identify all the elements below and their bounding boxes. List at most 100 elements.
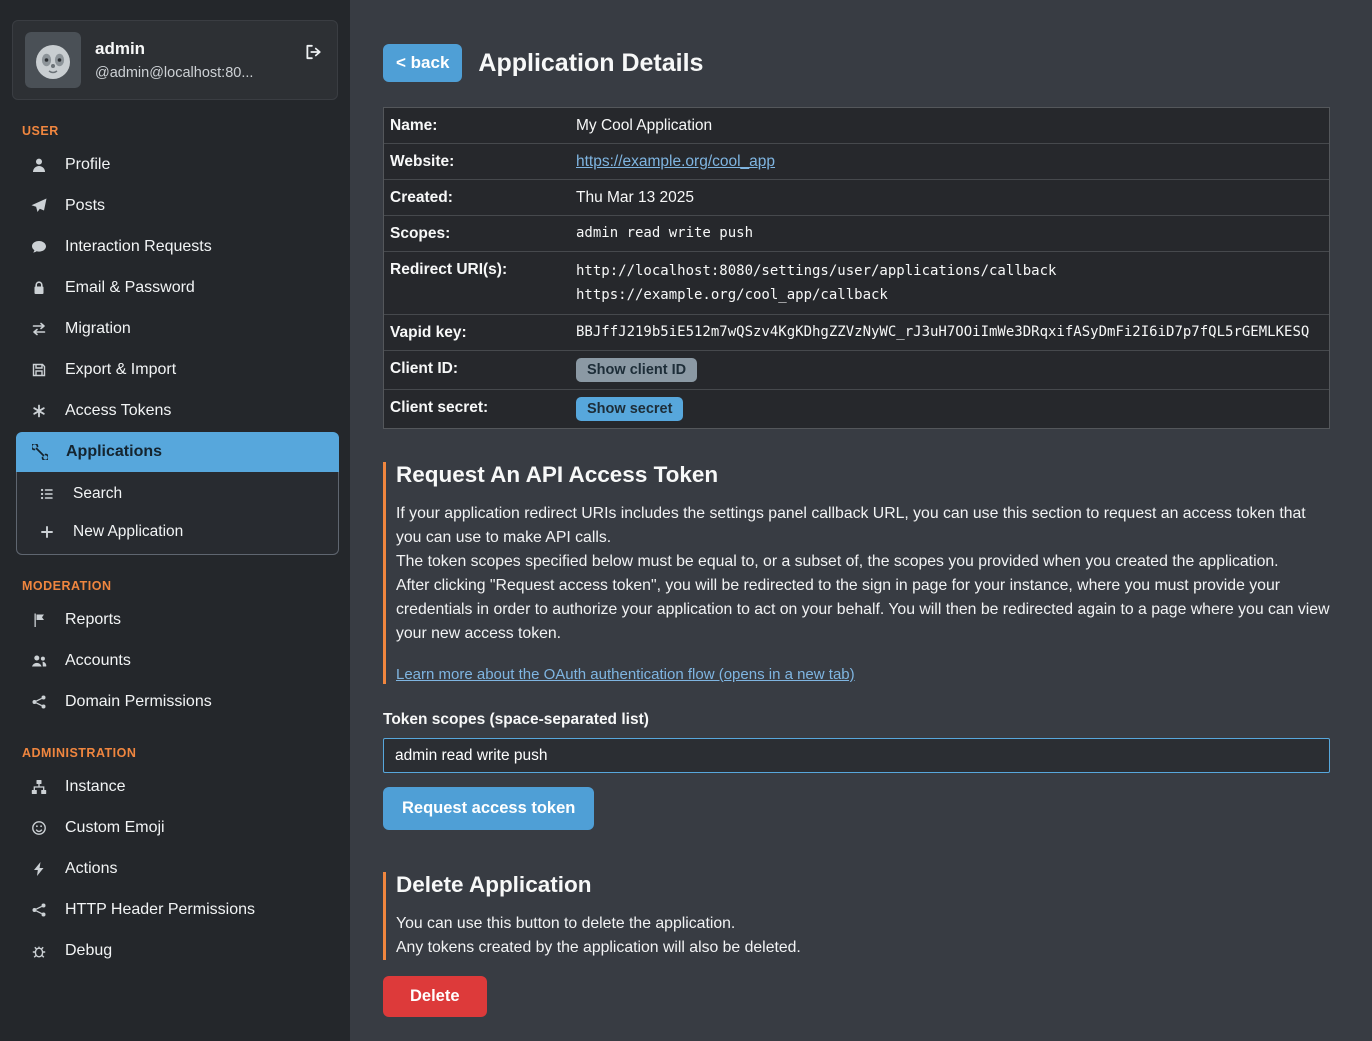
redirect-uri: http://localhost:8080/settings/user/appl… xyxy=(576,259,1056,283)
sidebar-item-applications[interactable]: Applications xyxy=(16,432,339,472)
detail-label: Created: xyxy=(390,187,576,208)
sidebar-item-applications-search[interactable]: Search xyxy=(17,475,338,513)
detail-label: Scopes: xyxy=(390,223,576,244)
sidebar-nav-administration: Instance Custom Emoji Actions HTTP Heade… xyxy=(0,767,350,971)
user-handle: @admin@localhost:80... xyxy=(95,65,253,81)
sidebar-item-debug[interactable]: Debug xyxy=(0,931,350,971)
sidebar-item-access-tokens[interactable]: Access Tokens xyxy=(0,391,350,431)
sidebar-item-label: Debug xyxy=(65,942,112,960)
sidebar-item-label: Reports xyxy=(65,611,121,629)
user-icon xyxy=(30,157,48,173)
sidebar-item-label: New Application xyxy=(73,523,183,541)
request-token-paragraph: The token scopes specified below must be… xyxy=(396,550,1330,574)
sidebar-item-reports[interactable]: Reports xyxy=(0,600,350,640)
request-token-title: Request An API Access Token xyxy=(396,462,1330,488)
paper-plane-icon xyxy=(30,198,48,214)
sidebar-item-label: Access Tokens xyxy=(65,402,171,420)
sidebar: admin @admin@localhost:80... USER Profil… xyxy=(0,0,350,1041)
sidebar-item-accounts[interactable]: Accounts xyxy=(0,641,350,681)
user-name: admin xyxy=(95,39,253,59)
users-icon xyxy=(30,653,48,669)
section-label-moderation: MODERATION xyxy=(22,579,350,593)
delete-application-paragraph: Any tokens created by the application wi… xyxy=(396,936,1330,960)
section-label-administration: ADMINISTRATION xyxy=(22,746,350,760)
bug-icon xyxy=(30,943,48,959)
sidebar-item-http-header-permissions[interactable]: HTTP Header Permissions xyxy=(0,890,350,930)
sidebar-item-export-import[interactable]: Export & Import xyxy=(0,350,350,390)
sidebar-item-applications-new[interactable]: New Application xyxy=(17,513,338,551)
sidebar-item-email-password[interactable]: Email & Password xyxy=(0,268,350,308)
sidebar-item-interaction-requests[interactable]: Interaction Requests xyxy=(0,227,350,267)
sidebar-item-label: Migration xyxy=(65,320,131,338)
delete-button[interactable]: Delete xyxy=(383,976,487,1017)
sidebar-item-domain-permissions[interactable]: Domain Permissions xyxy=(0,682,350,722)
website-link[interactable]: https://example.org/cool_app xyxy=(576,153,775,170)
detail-value: Thu Mar 13 2025 xyxy=(576,187,694,208)
sidebar-item-label: Custom Emoji xyxy=(65,819,165,837)
show-secret-button[interactable]: Show secret xyxy=(576,397,683,421)
back-button[interactable]: < back xyxy=(383,44,462,82)
sidebar-nav-user: Profile Posts Interaction Requests Email… xyxy=(0,145,350,555)
sidebar-item-label: Actions xyxy=(65,860,117,878)
app-root: admin @admin@localhost:80... USER Profil… xyxy=(0,0,1372,1041)
share-nodes-icon xyxy=(30,694,48,710)
detail-row-created: Created: Thu Mar 13 2025 xyxy=(384,180,1329,216)
detail-value: admin read write push xyxy=(576,223,753,244)
sidebar-item-label: Profile xyxy=(65,156,110,174)
page-title: Application Details xyxy=(478,49,703,78)
main-content: < back Application Details Name: My Cool… xyxy=(350,0,1372,1041)
detail-row-scopes: Scopes: admin read write push xyxy=(384,216,1329,252)
sidebar-item-label: Export & Import xyxy=(65,361,176,379)
request-token-paragraph: After clicking "Request access token", y… xyxy=(396,574,1330,646)
applications-block: Applications Search New Application xyxy=(16,432,339,555)
detail-row-redirect-uris: Redirect URI(s): http://localhost:8080/s… xyxy=(384,252,1329,315)
tools-icon xyxy=(31,444,49,460)
detail-label: Redirect URI(s): xyxy=(390,259,576,280)
section-label-user: USER xyxy=(22,124,350,138)
token-scopes-input[interactable] xyxy=(383,738,1330,773)
request-token-paragraph: If your application redirect URIs includ… xyxy=(396,502,1330,550)
lock-icon xyxy=(30,280,48,296)
show-client-id-button[interactable]: Show client ID xyxy=(576,358,697,382)
floppy-disk-icon xyxy=(30,362,48,378)
smiley-icon xyxy=(30,820,48,836)
sidebar-nav-moderation: Reports Accounts Domain Permissions xyxy=(0,600,350,722)
arrows-left-right-icon xyxy=(30,321,48,337)
sidebar-item-actions[interactable]: Actions xyxy=(0,849,350,889)
flag-icon xyxy=(30,612,48,628)
sitemap-icon xyxy=(30,779,48,795)
oauth-docs-link[interactable]: Learn more about the OAuth authenticatio… xyxy=(396,666,855,683)
sidebar-item-custom-emoji[interactable]: Custom Emoji xyxy=(0,808,350,848)
request-token-section: Request An API Access Token If your appl… xyxy=(383,462,1330,684)
detail-label: Client ID: xyxy=(390,358,576,379)
detail-value: My Cool Application xyxy=(576,115,712,136)
sidebar-item-label: Posts xyxy=(65,197,105,215)
sign-out-icon[interactable] xyxy=(304,43,322,61)
redirect-uri: https://example.org/cool_app/callback xyxy=(576,283,1056,307)
sidebar-item-label: Applications xyxy=(66,443,162,461)
comment-icon xyxy=(30,239,48,255)
sidebar-item-label: Domain Permissions xyxy=(65,693,212,711)
applications-submenu: Search New Application xyxy=(16,472,339,555)
asterisk-icon xyxy=(30,403,48,419)
delete-application-paragraph: You can use this button to delete the ap… xyxy=(396,912,1330,936)
detail-row-website: Website: https://example.org/cool_app xyxy=(384,144,1329,180)
sidebar-item-label: Interaction Requests xyxy=(65,238,212,256)
request-access-token-button[interactable]: Request access token xyxy=(383,787,594,830)
sidebar-item-label: Email & Password xyxy=(65,279,195,297)
user-meta: admin @admin@localhost:80... xyxy=(95,39,253,81)
sidebar-item-instance[interactable]: Instance xyxy=(0,767,350,807)
detail-row-vapid-key: Vapid key: BBJffJ219b5iE512m7wQSzv4KgKDh… xyxy=(384,315,1329,351)
user-card[interactable]: admin @admin@localhost:80... xyxy=(12,20,338,100)
sidebar-item-profile[interactable]: Profile xyxy=(0,145,350,185)
sidebar-item-posts[interactable]: Posts xyxy=(0,186,350,226)
bolt-icon xyxy=(30,861,48,877)
plus-icon xyxy=(38,524,56,540)
detail-label: Client secret: xyxy=(390,397,576,418)
sidebar-item-migration[interactable]: Migration xyxy=(0,309,350,349)
detail-row-name: Name: My Cool Application xyxy=(384,108,1329,144)
sidebar-item-label: HTTP Header Permissions xyxy=(65,901,255,919)
sidebar-item-label: Instance xyxy=(65,778,125,796)
detail-label: Website: xyxy=(390,151,576,172)
sidebar-item-label: Accounts xyxy=(65,652,131,670)
